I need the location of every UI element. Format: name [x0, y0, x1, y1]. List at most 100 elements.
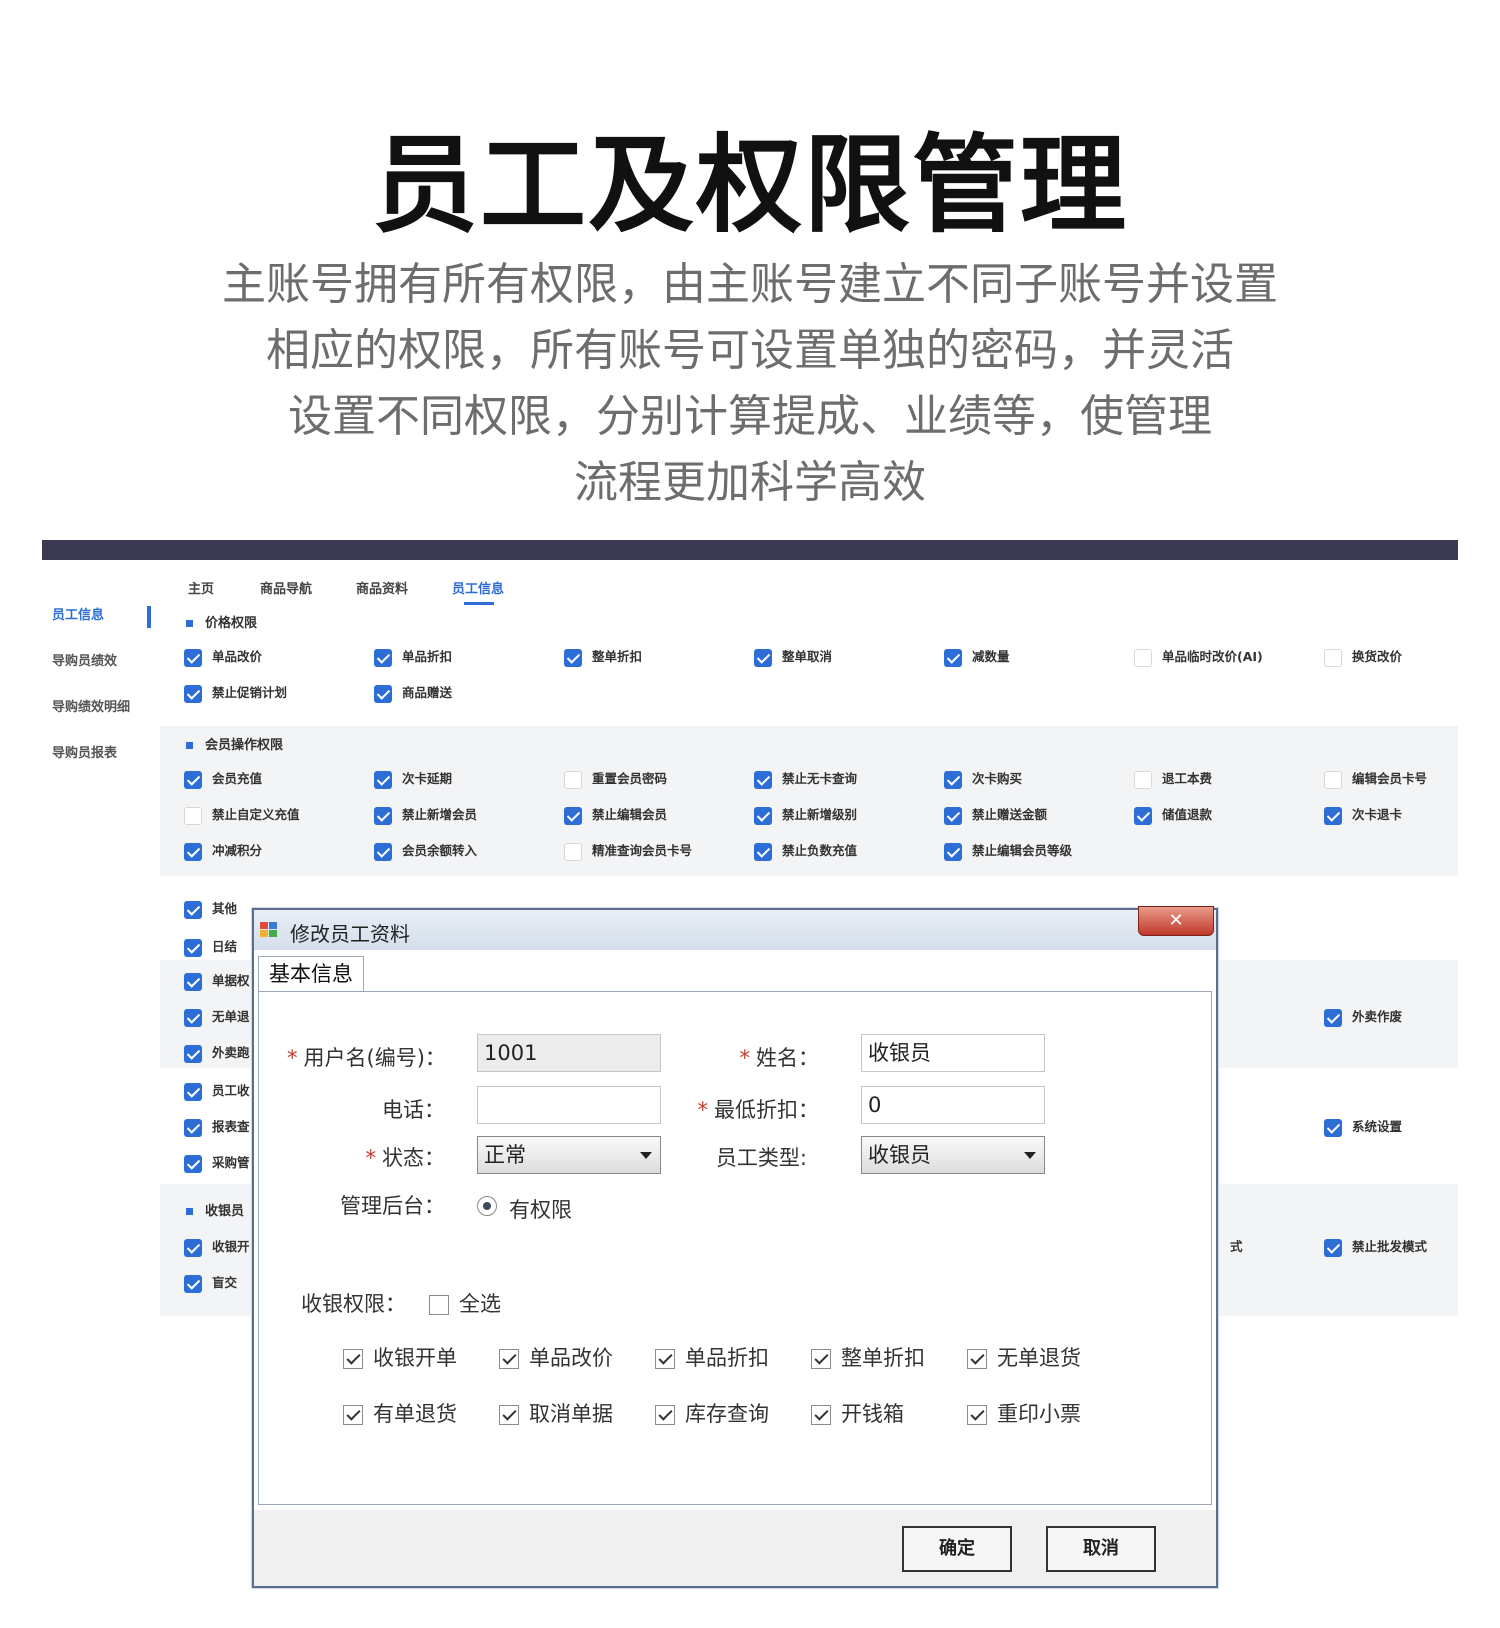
perm-checkbox[interactable]: 会员充值 [184, 768, 262, 789]
perm-checkbox[interactable]: 冲减积分 [184, 840, 262, 861]
username-label: * 用户名(编号)： [287, 1046, 446, 1070]
desc-line: 主账号拥有所有权限，由主账号建立不同子账号并设置 [222, 259, 1278, 310]
checkbox-icon [184, 1082, 202, 1101]
sidebar-item-staff-info[interactable]: 员工信息 [52, 604, 104, 623]
perm-checkbox[interactable]: 单据权 [184, 970, 250, 991]
perm-checkbox[interactable]: 日结 [184, 936, 237, 957]
checkbox-icon [754, 770, 772, 789]
perm-checkbox[interactable]: 员工收 [184, 1080, 250, 1101]
tab-product-info[interactable]: 商品资料 [356, 578, 408, 597]
close-icon: ✕ [1168, 910, 1184, 931]
perm-checkbox[interactable]: 储值退款 [1134, 804, 1212, 825]
perm-checkbox[interactable]: 收银开 [184, 1236, 250, 1257]
checkbox-icon [184, 938, 202, 957]
checkbox-icon [944, 648, 962, 667]
ok-button[interactable]: 确定 [902, 1526, 1012, 1572]
perm-checkbox[interactable]: 次卡延期 [374, 768, 452, 789]
perm-checkbox[interactable]: 编辑会员卡号 [1324, 768, 1427, 789]
perm-checkbox[interactable]: 重置会员密码 [564, 768, 667, 789]
checkbox-icon [1324, 806, 1342, 825]
status-select[interactable]: 正常 [477, 1136, 661, 1174]
checkbox-icon [655, 1349, 675, 1369]
phone-label: 电话： [382, 1098, 445, 1122]
perm-checkbox[interactable]: 采购管 [184, 1152, 250, 1173]
perm-checkbox[interactable]: 整单取消 [754, 646, 832, 667]
username-field[interactable]: 1001 [477, 1034, 661, 1072]
perm-checkbox[interactable]: 减数量 [944, 646, 1010, 667]
perm-checkbox[interactable]: 会员余额转入 [374, 840, 477, 861]
dialog-perm-checkbox[interactable]: 单品折扣 [655, 1342, 769, 1372]
dialog-title-bar: 修改员工资料 ✕ [254, 906, 1216, 950]
tab-home[interactable]: 主页 [188, 578, 214, 597]
perm-checkbox[interactable]: 外卖跑 [184, 1042, 250, 1063]
dialog-perm-checkbox[interactable]: 库存查询 [655, 1398, 769, 1428]
perm-checkbox[interactable]: 其他 [184, 898, 237, 919]
checkbox-icon [184, 972, 202, 991]
tab-basic-info[interactable]: 基本信息 [258, 956, 364, 992]
perm-checkbox[interactable]: 禁止新增级别 [754, 804, 857, 825]
perm-checkbox[interactable]: 报表查 [184, 1116, 250, 1137]
dialog-perm-checkbox[interactable]: 无单退货 [967, 1342, 1081, 1372]
dropdown-arrow-icon [640, 1152, 652, 1159]
dialog-perm-checkbox[interactable]: 整单折扣 [811, 1342, 925, 1372]
admin-radio-label: 有权限 [509, 1198, 572, 1222]
dialog-perm-checkbox[interactable]: 取消单据 [499, 1398, 613, 1428]
name-field[interactable]: 收银员 [861, 1034, 1045, 1072]
perm-checkbox[interactable]: 退工本费 [1134, 768, 1212, 789]
desc-line: 流程更加科学高效 [574, 457, 926, 508]
sidebar-item-guide-performance[interactable]: 导购员绩效 [52, 650, 117, 669]
sidebar-item-guide-report[interactable]: 导购员报表 [52, 742, 117, 761]
perm-checkbox[interactable]: 禁止批发模式 [1324, 1236, 1427, 1257]
staff-type-select[interactable]: 收银员 [861, 1136, 1045, 1174]
perm-checkbox[interactable]: 系统设置 [1324, 1116, 1402, 1137]
status-label: * 状态： [365, 1146, 446, 1170]
perm-checkbox[interactable]: 商品赠送 [374, 682, 452, 703]
phone-field[interactable] [477, 1086, 661, 1124]
perm-checkbox[interactable]: 禁止负数充值 [754, 840, 857, 861]
dialog-perm-checkbox[interactable]: 单品改价 [499, 1342, 613, 1372]
tab-staff-info[interactable]: 员工信息 [452, 578, 504, 597]
perm-checkbox[interactable]: 整单折扣 [564, 646, 642, 667]
perm-checkbox[interactable]: 单品临时改价(AI) [1134, 646, 1263, 667]
dialog-perm-checkbox[interactable]: 有单退货 [343, 1398, 457, 1428]
perm-checkbox[interactable]: 次卡退卡 [1324, 804, 1402, 825]
checkbox-icon [811, 1405, 831, 1425]
perm-checkbox[interactable]: 禁止编辑会员等级 [944, 840, 1072, 861]
perm-checkbox[interactable]: 禁止无卡查询 [754, 768, 857, 789]
select-all-checkbox[interactable]: 全选 [429, 1288, 501, 1318]
cancel-button[interactable]: 取消 [1046, 1526, 1156, 1572]
dialog-perm-checkbox[interactable]: 重印小票 [967, 1398, 1081, 1428]
perm-checkbox[interactable]: 次卡购买 [944, 768, 1022, 789]
perm-checkbox[interactable]: 禁止促销计划 [184, 682, 287, 703]
dialog-perm-checkbox[interactable]: 开钱箱 [811, 1398, 904, 1428]
perm-checkbox[interactable]: 禁止自定义充值 [184, 804, 300, 825]
checkbox-icon [944, 770, 962, 789]
min-discount-label: * 最低折扣： [697, 1098, 820, 1122]
perm-checkbox[interactable]: 单品折扣 [374, 646, 452, 667]
page-description: 主账号拥有所有权限，由主账号建立不同子账号并设置 相应的权限，所有账号可设置单独… [150, 252, 1350, 516]
perm-checkbox[interactable]: 无单退 [184, 1006, 250, 1027]
perm-checkbox[interactable]: 禁止编辑会员 [564, 804, 667, 825]
close-button[interactable]: ✕ [1138, 906, 1214, 936]
perm-checkbox[interactable]: 盲交 [184, 1272, 237, 1293]
section-title: 价格权限 [186, 612, 257, 631]
min-discount-field[interactable]: 0 [861, 1086, 1045, 1124]
checkbox-icon [1324, 1118, 1342, 1137]
checkbox-icon [374, 684, 392, 703]
perm-checkbox[interactable]: 换货改价 [1324, 646, 1402, 667]
dialog-body: * 用户名(编号)： 1001 * 姓名： 收银员 电话： * 最低折扣： 0 * 状态… [258, 991, 1212, 1505]
checkbox-icon [499, 1349, 519, 1369]
perm-checkbox[interactable]: 禁止赠送金额 [944, 804, 1047, 825]
perm-checkbox[interactable]: 单品改价 [184, 646, 262, 667]
perm-checkbox[interactable]: 外卖作废 [1324, 1006, 1402, 1027]
checkbox-icon [1134, 648, 1152, 667]
perm-checkbox[interactable]: 精准查询会员卡号 [564, 840, 692, 861]
section-title: 收银员 [186, 1200, 244, 1219]
tab-product-nav[interactable]: 商品导航 [260, 578, 312, 597]
sidebar-item-guide-detail[interactable]: 导购绩效明细 [52, 696, 130, 715]
checkbox-icon [967, 1405, 987, 1425]
admin-radio[interactable] [477, 1196, 497, 1216]
checkbox-icon [184, 1238, 202, 1257]
perm-checkbox[interactable]: 禁止新增会员 [374, 804, 477, 825]
dialog-perm-checkbox[interactable]: 收银开单 [343, 1342, 457, 1372]
